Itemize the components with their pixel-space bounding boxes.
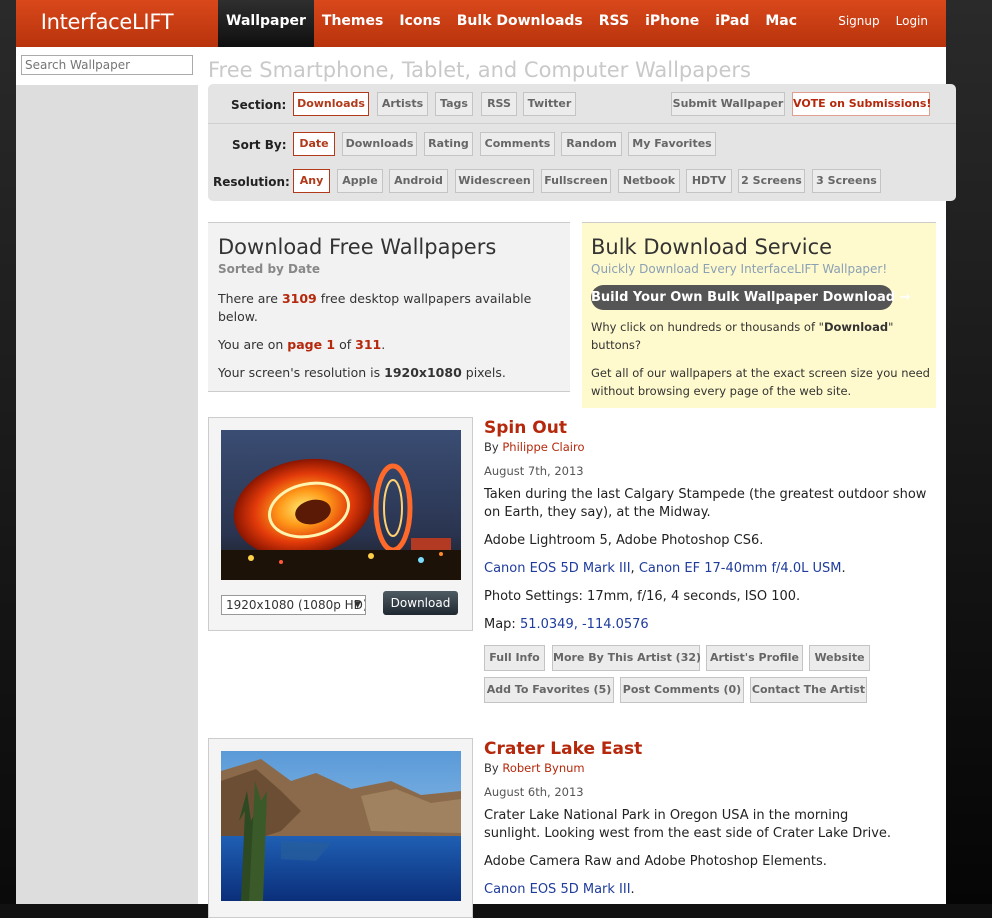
wallpaper-software: Adobe Camera Raw and Adobe Photoshop Ele… <box>484 854 827 869</box>
wallpaper-map: Map: 51.0349, -114.0576 <box>484 617 649 632</box>
resolution-netbook-button[interactable]: Netbook <box>618 169 680 193</box>
sort-random-button[interactable]: Random <box>561 132 622 156</box>
map-link[interactable]: 51.0349, -114.0576 <box>520 617 649 632</box>
nav-bulk-downloads[interactable]: Bulk Downloads <box>449 0 591 47</box>
resolution-any-button[interactable]: Any <box>293 169 330 193</box>
bulk-title: Bulk Download Service <box>591 235 833 259</box>
top-navigation-bar: InterfaceLIFT Wallpaper Themes Icons Bul… <box>16 0 946 47</box>
main-nav: Wallpaper Themes Icons Bulk Downloads RS… <box>218 0 805 47</box>
post-comments-button[interactable]: Post Comments (0) <box>620 677 744 703</box>
artist-profile-button[interactable]: Artist's Profile <box>706 645 803 671</box>
signup-link[interactable]: Signup <box>830 0 887 43</box>
page-container: InterfaceLIFT Wallpaper Themes Icons Bul… <box>16 0 956 918</box>
resolution-select[interactable]: 1920x1080 (1080p HD) ▼ <box>221 595 366 615</box>
section-twitter-button[interactable]: Twitter <box>523 92 576 116</box>
site-logo[interactable]: InterfaceLIFT <box>16 0 198 47</box>
section-tags-button[interactable]: Tags <box>435 92 473 116</box>
sort-favorites-button[interactable]: My Favorites <box>628 132 716 156</box>
section-downloads-button[interactable]: Downloads <box>293 92 369 116</box>
camera-link[interactable]: Canon EOS 5D Mark III <box>484 882 631 897</box>
wallpaper-title[interactable]: Crater Lake East <box>484 739 642 759</box>
full-info-button[interactable]: Full Info <box>484 645 545 671</box>
section-row: Section: Downloads Artists Tags RSS Twit… <box>208 84 956 116</box>
download-info-box: Download Free Wallpapers Sorted by Date … <box>208 222 570 392</box>
wallpaper-count-text: There are 3109 free desktop wallpapers a… <box>218 291 532 324</box>
lens-link[interactable]: Canon EF 17-40mm f/4.0L USM <box>639 561 842 576</box>
search-input[interactable] <box>21 55 193 75</box>
wallpaper-date: August 6th, 2013 <box>484 785 584 799</box>
vote-submissions-button[interactable]: VOTE on Submissions! <box>792 92 931 116</box>
wallpaper-byline: By Robert Bynum <box>484 761 585 775</box>
resolution-android-button[interactable]: Android <box>389 169 448 193</box>
wallpaper-byline: By Philippe Clairo <box>484 440 585 454</box>
wallpaper-description: Crater Lake National Park in Oregon USA … <box>484 808 892 841</box>
sort-downloads-button[interactable]: Downloads <box>342 132 417 156</box>
wallpaper-preview-box <box>208 738 473 918</box>
submit-wallpaper-button[interactable]: Submit Wallpaper <box>671 92 785 116</box>
nav-rss[interactable]: RSS <box>591 0 637 47</box>
wallpaper-preview-box: 1920x1080 (1080p HD) ▼ Download <box>208 417 473 631</box>
bulk-download-button[interactable]: Build Your Own Bulk Wallpaper Download → <box>591 285 910 310</box>
sort-rating-button[interactable]: Rating <box>424 132 473 156</box>
add-to-favorites-button[interactable]: Add To Favorites (5) <box>484 677 614 703</box>
filter-panel: Section: Downloads Artists Tags RSS Twit… <box>208 84 956 201</box>
wallpaper-software: Adobe Lightroom 5, Adobe Photoshop CS6. <box>484 533 764 548</box>
nav-icons[interactable]: Icons <box>391 0 448 47</box>
wallpaper-count: 3109 <box>281 291 317 306</box>
chevron-down-icon: ▼ <box>354 600 361 610</box>
nav-mac[interactable]: Mac <box>757 0 805 47</box>
resolution-3screens-button[interactable]: 3 Screens <box>812 169 881 193</box>
resolution-label: Resolution: <box>213 175 290 189</box>
sort-date-button[interactable]: Date <box>293 132 335 156</box>
wallpaper-thumbnail-spin-out[interactable] <box>221 430 461 580</box>
bulk-text-1: Why click on hundreds or thousands of "D… <box>591 320 894 352</box>
download-button[interactable]: Download <box>383 591 458 615</box>
login-link[interactable]: Login <box>888 0 936 43</box>
screen-resolution-text: Your screen's resolution is 1920x1080 pi… <box>218 365 506 380</box>
sort-comments-button[interactable]: Comments <box>480 132 555 156</box>
resolution-widescreen-button[interactable]: Widescreen <box>455 169 534 193</box>
resolution-fullscreen-button[interactable]: Fullscreen <box>541 169 611 193</box>
wallpaper-title[interactable]: Spin Out <box>484 418 567 438</box>
page-background-left <box>0 0 16 904</box>
resolution-hdtv-button[interactable]: HDTV <box>686 169 732 193</box>
section-artists-button[interactable]: Artists <box>377 92 428 116</box>
nav-ipad[interactable]: iPad <box>707 0 757 47</box>
wallpaper-thumbnail-crater-lake[interactable] <box>221 751 461 901</box>
artist-link[interactable]: Philippe Clairo <box>502 440 584 454</box>
resolution-2screens-button[interactable]: 2 Screens <box>738 169 805 193</box>
download-info-title: Download Free Wallpapers <box>218 235 497 259</box>
screen-resolution-value: 1920x1080 <box>384 365 462 380</box>
page-position-text: You are on page 1 of 311. <box>218 337 386 352</box>
resolution-apple-button[interactable]: Apple <box>337 169 383 193</box>
nav-themes[interactable]: Themes <box>314 0 391 47</box>
wallpaper-settings: Photo Settings: 17mm, f/16, 4 seconds, I… <box>484 589 801 604</box>
bulk-download-box: Bulk Download Service Quickly Download E… <box>582 222 936 408</box>
wallpaper-date: August 7th, 2013 <box>484 464 584 478</box>
website-button[interactable]: Website <box>809 645 870 671</box>
section-rss-button[interactable]: RSS <box>481 92 517 116</box>
sidebar <box>16 47 198 904</box>
bulk-text-2: Get all of our wallpapers at the exact s… <box>591 366 930 398</box>
wallpaper-description: Taken during the last Calgary Stampede (… <box>484 487 927 520</box>
contact-artist-button[interactable]: Contact The Artist <box>750 677 867 703</box>
camera-link[interactable]: Canon EOS 5D Mark III <box>484 561 631 576</box>
artist-link[interactable]: Robert Bynum <box>502 761 584 775</box>
download-info-subtitle: Sorted by Date <box>218 262 320 276</box>
nav-iphone[interactable]: iPhone <box>637 0 707 47</box>
account-links: Signup Login <box>830 0 936 43</box>
wallpaper-equipment: Canon EOS 5D Mark III. <box>484 882 635 897</box>
more-by-artist-button[interactable]: More By This Artist (32) <box>552 645 701 671</box>
last-page-link[interactable]: 311 <box>355 337 381 352</box>
nav-wallpaper[interactable]: Wallpaper <box>218 0 314 47</box>
sort-row: Sort By: Date Downloads Rating Comments … <box>208 124 956 156</box>
resolution-row: Resolution: Any Apple Android Widescreen… <box>208 161 956 193</box>
section-label: Section: <box>231 98 287 112</box>
sort-label: Sort By: <box>232 138 287 152</box>
sidebar-search-area <box>16 47 198 85</box>
page-title: Free Smartphone, Tablet, and Computer Wa… <box>208 58 751 82</box>
bulk-subtitle: Quickly Download Every InterfaceLIFT Wal… <box>591 262 888 276</box>
current-page-link[interactable]: page 1 <box>287 337 335 352</box>
wallpaper-equipment: Canon EOS 5D Mark III, Canon EF 17-40mm … <box>484 561 846 576</box>
